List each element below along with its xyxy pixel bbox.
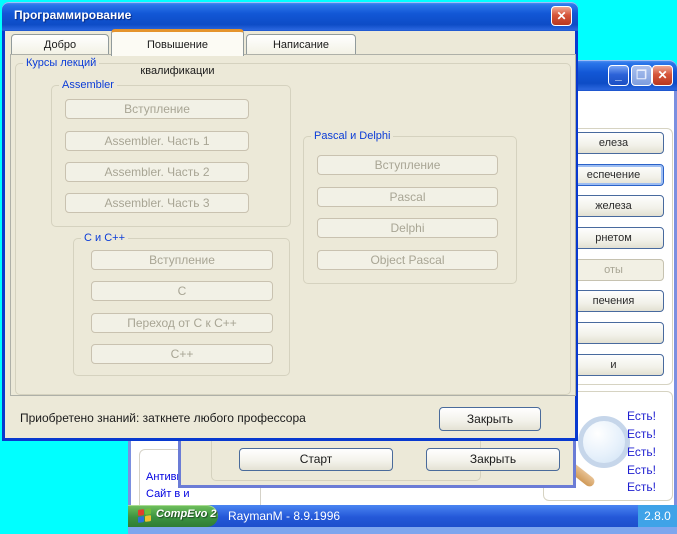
magnifier-icon (578, 416, 630, 468)
assembler-part3-button: Assembler. Часть 3 (65, 193, 249, 213)
pascal-button: Pascal (317, 187, 498, 207)
close-dialog-button[interactable]: Закрыть (439, 407, 541, 431)
availability-label: Есть! (627, 463, 656, 477)
assembler-part2-button: Assembler. Часть 2 (65, 162, 249, 182)
assembler-intro-button: Вступление (65, 99, 249, 119)
test-button-6[interactable]: печения (563, 290, 664, 312)
test-button-1[interactable]: елеза (563, 132, 664, 154)
close-icon[interactable]: ✕ (652, 65, 673, 86)
minimize-button[interactable]: _ (608, 65, 629, 86)
close-check-button[interactable]: Закрыть (426, 448, 560, 471)
test-button-3[interactable]: железа (563, 195, 664, 217)
object-pascal-button: Object Pascal (317, 250, 498, 270)
c-button: С (91, 281, 273, 301)
tab-welcome[interactable]: Добро пожаловать! (11, 34, 109, 71)
test-button-5: оты (563, 259, 664, 281)
availability-label: Есть! (627, 445, 656, 459)
availability-label: Есть! (627, 409, 656, 423)
c-group-label: С и С++ (81, 232, 128, 244)
test-button-7[interactable] (563, 322, 664, 344)
dialog-titlebar[interactable]: Программирование ✕ (2, 2, 578, 31)
availability-label: Есть! (627, 480, 656, 494)
pascal-group-label: Pascal и Delphi (311, 130, 394, 142)
lectures-group-label: Курсы лекций (23, 57, 100, 69)
dialog-title: Программирование (14, 8, 132, 22)
compevo-taskbar: CompEvo 2 RaymanM - 8.9.1996 2.8.0 (128, 505, 677, 527)
availability-label: Есть! (627, 427, 656, 441)
c-to-cpp-button: Переход от С к С++ (91, 313, 273, 333)
close-icon[interactable]: ✕ (551, 6, 572, 26)
windows-flag-icon (138, 508, 151, 523)
start-check-button[interactable]: Старт (239, 448, 393, 471)
taskbar-task-label[interactable]: RaymanM - 8.9.1996 (228, 509, 340, 523)
knowledge-status-text: Приобретено знаний: заткнете любого проф… (20, 411, 306, 425)
c-intro-button: Вступление (91, 250, 273, 270)
window-bottom-border (128, 527, 677, 534)
programming-dialog: Программирование ✕ Добро пожаловать! Пов… (2, 2, 578, 441)
maximize-button[interactable]: ❐ (631, 65, 652, 86)
test-button-8[interactable]: и (563, 354, 664, 376)
website-link[interactable]: Сайт в и (146, 488, 189, 500)
desktop: _ ❐ ✕ елеза еспечение железа рнетом оты … (0, 0, 677, 534)
test-button-4[interactable]: рнетом (563, 227, 664, 249)
test-button-2[interactable]: еспечение (563, 164, 664, 186)
cpp-button: С++ (91, 344, 273, 364)
start-button-label: CompEvo 2 (156, 508, 217, 520)
delphi-button: Delphi (317, 218, 498, 238)
assembler-group-label: Assembler (59, 79, 117, 91)
pascal-intro-button: Вступление (317, 155, 498, 175)
tab-training[interactable]: Повышение квалификации (111, 29, 244, 77)
assembler-part1-button: Assembler. Часть 1 (65, 131, 249, 151)
tab-writing[interactable]: Написание программ (246, 34, 356, 71)
start-button[interactable]: CompEvo 2 (128, 505, 218, 527)
version-badge: 2.8.0 (638, 505, 677, 527)
